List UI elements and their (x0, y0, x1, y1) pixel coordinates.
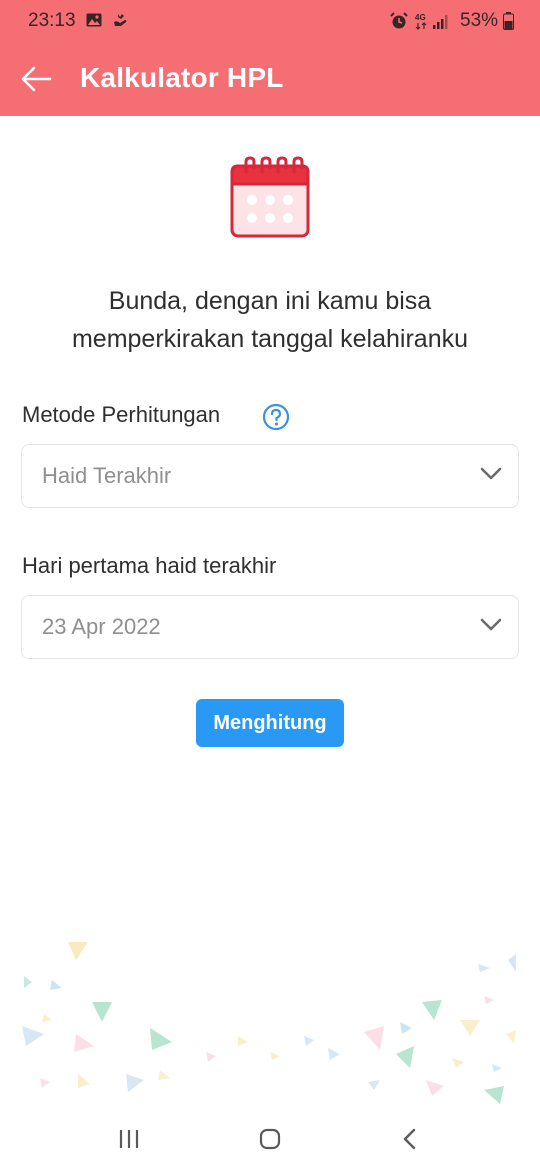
status-bar: 23:13 4G 53% (0, 0, 540, 42)
page-title: Kalkulator HPL (80, 62, 284, 93)
date-value: 23 Apr 2022 (42, 614, 161, 639)
app-bar: Kalkulator HPL (0, 42, 540, 116)
headline-line-1: Bunda, dengan ini kamu bisa (108, 287, 432, 315)
back-icon[interactable] (400, 1127, 420, 1151)
gallery-icon (86, 13, 102, 27)
hand-icon (114, 14, 127, 26)
system-nav-bar (0, 1110, 540, 1170)
headline: Bunda, dengan ini kamu bisa memperkiraka… (20, 282, 520, 358)
recent-apps-icon[interactable] (118, 1128, 140, 1150)
battery-icon (503, 12, 514, 30)
calendar-icon (230, 156, 310, 238)
headline-line-2: memperkirakan tanggal kelahiranku (71, 325, 469, 353)
confetti-decoration (22, 942, 516, 1104)
home-icon[interactable] (258, 1127, 282, 1151)
calculate-button[interactable]: Menghitung (196, 699, 344, 747)
signal-icon: 4G (415, 13, 448, 30)
chevron-down-icon (480, 618, 502, 631)
date-label: Hari pertama haid terakhir (22, 553, 277, 578)
question-circle-icon[interactable] (262, 403, 290, 431)
network-type: 4G (415, 13, 426, 22)
status-time: 23:13 (28, 10, 76, 31)
alarm-icon (390, 12, 408, 29)
top-header: 23:13 4G 53% Kalkulator HPL (0, 0, 540, 116)
battery-percent: 53% (460, 10, 499, 31)
date-select[interactable]: 23 Apr 2022 (21, 595, 519, 659)
chevron-down-icon (480, 467, 502, 480)
method-label: Metode Perhitungan (22, 402, 221, 427)
method-value: Haid Terakhir (42, 463, 172, 488)
method-select[interactable]: Haid Terakhir (21, 444, 519, 508)
arrow-left-icon[interactable] (20, 64, 52, 94)
